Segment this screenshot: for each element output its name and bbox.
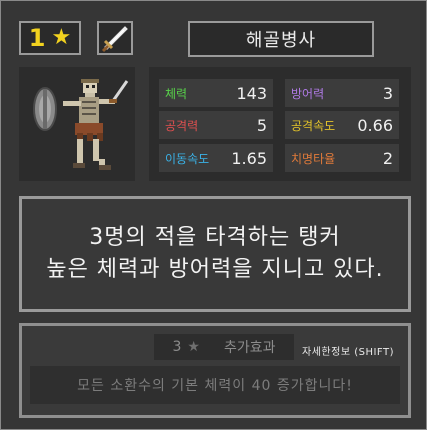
stat-value: 1.65	[231, 148, 267, 168]
weapon-slot	[97, 21, 133, 55]
stat-value: 3	[382, 83, 393, 103]
bonus-header: 3 ★ 추가효과	[154, 334, 294, 360]
unit-description: 3명의 적을 타격하는 탱커 높은 체력과 방어력을 지니고 있다.	[19, 196, 411, 312]
stat-crit-rate: 치명타율 2	[285, 144, 399, 172]
stat-value: 5	[256, 115, 267, 135]
rank-badge: 1 ★	[19, 21, 81, 55]
description-line: 3명의 적을 타격하는 탱커	[89, 225, 341, 250]
stat-move-speed: 이동속도 1.65	[159, 144, 273, 172]
skeleton-soldier-sprite	[33, 79, 129, 170]
stat-defense: 방어력 3	[285, 79, 399, 107]
stat-attack: 공격력 5	[159, 111, 273, 139]
bonus-effect-panel: 3 ★ 추가효과 자세한정보 (SHIFT) 모든 소환수의 기본 체력이 40…	[19, 323, 411, 418]
star-icon: ★	[51, 25, 72, 50]
stat-value: 143	[236, 83, 267, 103]
stat-value: 2	[382, 148, 393, 168]
stats-panel: 체력 143 방어력 3 공격력 5 공격속도 0.66 이동속도 1.65 치…	[149, 67, 411, 181]
stat-value: 0.66	[357, 115, 393, 135]
stat-label: 이동속도	[165, 151, 210, 166]
bonus-description: 모든 소환수의 기본 체력이 40 증가합니다!	[30, 366, 400, 404]
unit-name: 해골병사	[188, 21, 374, 57]
description-line: 높은 체력과 방어력을 지니고 있다.	[46, 257, 384, 282]
star-icon: ★	[187, 339, 200, 355]
unit-info-card: 1 ★ 해골병사 체력 143 방어력 3 공격력 5 공격속도 0.66 이동…	[0, 0, 427, 430]
stat-label: 치명타율	[291, 151, 336, 166]
stat-label: 방어력	[291, 86, 325, 101]
bonus-title: 추가효과	[223, 340, 276, 356]
rank-number: 1	[28, 24, 46, 52]
unit-portrait	[19, 67, 135, 181]
stat-label: 공격속도	[291, 118, 336, 133]
bonus-count: 3	[172, 339, 182, 355]
detail-hint: 자세한정보 (SHIFT)	[302, 347, 394, 358]
sword-icon	[101, 26, 128, 53]
stat-label: 체력	[165, 86, 188, 101]
stat-attack-speed: 공격속도 0.66	[285, 111, 399, 139]
stat-health: 체력 143	[159, 79, 273, 107]
stat-label: 공격력	[165, 118, 199, 133]
